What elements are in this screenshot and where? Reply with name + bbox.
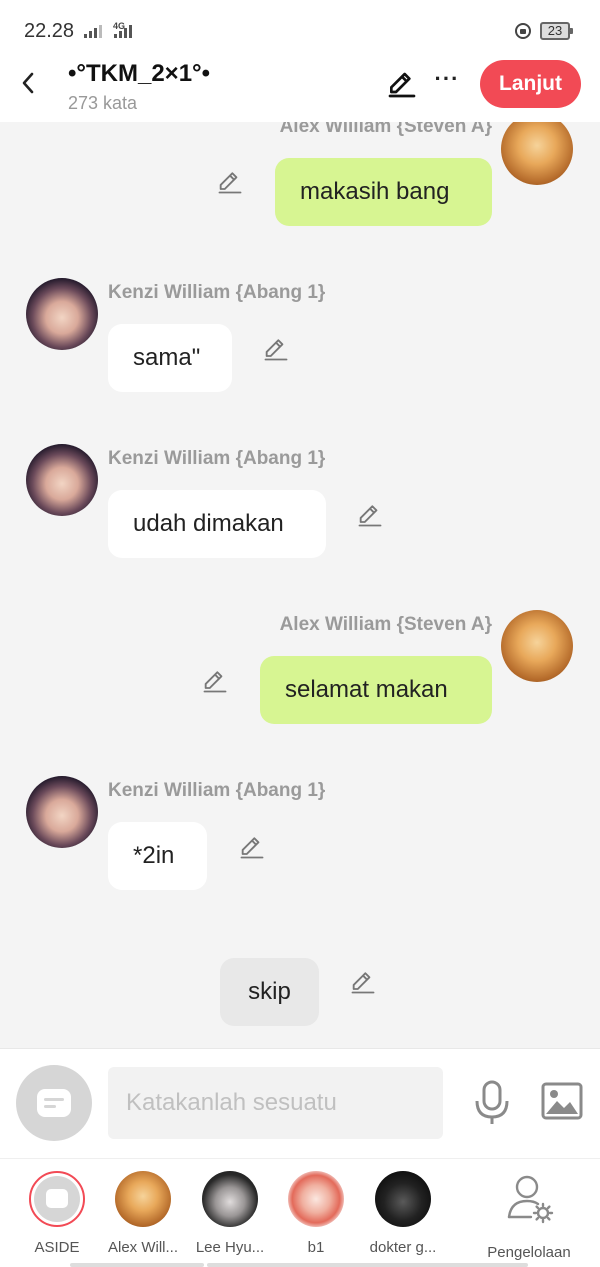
- microphone-icon[interactable]: [472, 1079, 512, 1127]
- battery-icon: 23: [540, 22, 573, 40]
- edit-message-icon[interactable]: [349, 968, 377, 996]
- manage-characters-button[interactable]: Pengelolaan: [484, 1171, 574, 1261]
- next-button[interactable]: Lanjut: [480, 60, 581, 108]
- message-bubble[interactable]: makasih bang: [275, 158, 492, 226]
- speaker-name: Alex William {Steven A}: [279, 614, 492, 635]
- edit-message-icon[interactable]: [216, 168, 244, 196]
- character-dokter[interactable]: dokter g...: [358, 1171, 448, 1256]
- avatar: [375, 1171, 431, 1227]
- scroll-indicator: [207, 1263, 528, 1267]
- scroll-indicator: [70, 1263, 204, 1267]
- character-b1[interactable]: b1: [271, 1171, 361, 1256]
- speaker-name: Kenzi William {Abang 1}: [108, 448, 326, 469]
- user-settings-icon: [507, 1175, 554, 1224]
- app-header: •°TKM_2×1°• 273 kata ··· Lanjut: [0, 60, 600, 122]
- rotation-lock-icon: [515, 23, 531, 39]
- character-label: ASIDE: [34, 1239, 80, 1256]
- signal-icon: [84, 22, 102, 38]
- character-label: Lee Hyu...: [195, 1239, 265, 1256]
- edit-title-icon[interactable]: [386, 68, 418, 100]
- avatar-alex[interactable]: [501, 610, 573, 682]
- image-icon[interactable]: [540, 1081, 584, 1121]
- avatar-kenzi[interactable]: [26, 278, 98, 350]
- character-label: Alex Will...: [107, 1239, 178, 1256]
- avatar-alex[interactable]: [501, 122, 573, 185]
- character-alex[interactable]: Alex Will...: [98, 1171, 188, 1256]
- character-label: Pengelolaan: [487, 1244, 571, 1261]
- avatar-kenzi[interactable]: [26, 776, 98, 848]
- edit-message-icon[interactable]: [201, 667, 229, 695]
- message-bubble[interactable]: *2in: [108, 822, 207, 890]
- back-arrow-icon[interactable]: [14, 68, 44, 98]
- avatar: [202, 1171, 258, 1227]
- speaker-name: Kenzi William {Abang 1}: [108, 282, 326, 303]
- speaker-name: Alex William {Steven A}: [279, 122, 492, 137]
- avatar-kenzi[interactable]: [26, 444, 98, 516]
- input-bar: [0, 1048, 600, 1158]
- more-options-icon[interactable]: ···: [432, 66, 462, 92]
- aside-icon: [29, 1171, 85, 1227]
- avatar: [115, 1171, 171, 1227]
- status-bar: 22.28 4G 23: [0, 0, 600, 60]
- character-label: dokter g...: [369, 1239, 437, 1256]
- edit-message-icon[interactable]: [238, 833, 266, 861]
- message-bubble[interactable]: selamat makan: [260, 656, 492, 724]
- status-time: 22.28: [24, 20, 75, 42]
- chat-area[interactable]: Alex William {Steven A} makasih bang Ken…: [0, 122, 600, 1048]
- edit-message-icon[interactable]: [356, 501, 384, 529]
- message-bubble[interactable]: sama": [108, 324, 232, 392]
- edit-message-icon[interactable]: [262, 335, 290, 363]
- character-label: b1: [307, 1239, 325, 1256]
- avatar: [288, 1171, 344, 1227]
- chat-bubble-icon: [37, 1089, 71, 1117]
- aside-toggle-button[interactable]: [16, 1065, 92, 1141]
- message-input[interactable]: [108, 1067, 443, 1139]
- story-title: •°TKM_2×1°•: [68, 60, 211, 87]
- word-count: 273 kata: [68, 93, 138, 113]
- aside-bubble[interactable]: skip: [220, 958, 319, 1026]
- character-lee[interactable]: Lee Hyu...: [185, 1171, 275, 1256]
- speaker-name: Kenzi William {Abang 1}: [108, 780, 326, 801]
- message-bubble[interactable]: udah dimakan: [108, 490, 326, 558]
- signal-icon-2: [114, 22, 132, 38]
- character-bar: ASIDE Alex Will... Lee Hyu... b1 dokter …: [0, 1158, 600, 1267]
- character-aside[interactable]: ASIDE: [12, 1171, 102, 1256]
